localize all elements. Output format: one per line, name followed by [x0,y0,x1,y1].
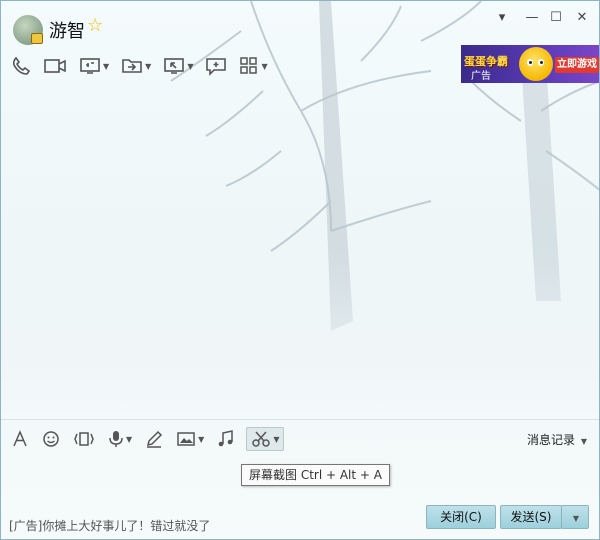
divider [1,419,599,420]
close-window-button[interactable]: ✕ [573,9,591,27]
pencil-icon [147,430,163,448]
phone-icon [12,56,31,75]
vip-star-icon[interactable]: ☆ [87,15,103,36]
chevron-down-icon: ▼ [261,61,268,71]
send-options-button[interactable]: ▼ [561,505,589,529]
maximize-button[interactable]: ☐ [547,9,565,27]
message-history-button[interactable]: 消息记录 ▼ [527,431,587,448]
chevron-down-icon: ▼ [145,61,152,71]
chat-toolbar: ▼ ▼ ▼ ▼ [9,53,278,79]
chevron-down-icon: ▼ [273,434,280,444]
footer-ad-link[interactable]: [广告]你摊上大好事儿了！错过就没了 [9,517,210,534]
image-icon [177,432,195,446]
chevron-down-icon: ▼ [126,434,133,444]
voice-message-button[interactable]: ▼ [106,427,134,451]
window-shake-button[interactable] [71,427,97,451]
smiley-icon [43,431,59,447]
pin-icon[interactable]: ▾ [493,9,511,27]
voice-call-button[interactable] [9,54,33,78]
emoji-button[interactable] [40,427,62,451]
group-chat-button[interactable] [203,54,229,78]
add-message-icon [206,58,227,76]
chevron-down-icon: ▼ [103,61,110,71]
microphone-icon [109,431,123,447]
music-button[interactable] [215,427,237,451]
chevron-down-icon: ▼ [580,437,587,446]
message-history-label: 消息记录 [527,433,576,447]
ad-play-button[interactable]: 立即游戏 [555,57,599,73]
chat-header: 游智 ☆ ▾ — ☐ ✕ ▼ ▼ ▼ ▼ 蛋蛋争霸 广告 立即游戏 [1,1,599,87]
send-image-button[interactable]: ▼ [174,427,206,451]
contact-name[interactable]: 游智 [49,17,85,43]
remote-desktop-icon [164,58,185,74]
remote-assist-button[interactable]: ▼ [161,54,195,78]
video-call-button[interactable] [41,54,69,78]
screenshot-tooltip: 屏幕截图 Ctrl + Alt + A [241,464,390,486]
send-file-button[interactable]: ▼ [119,54,153,78]
folder-arrow-icon [122,59,142,73]
ad-mascot-icon [519,47,553,81]
chevron-down-icon: ▼ [187,61,194,71]
send-button[interactable]: 发送(S) [500,505,562,529]
input-toolbar: ▼ ▼ ▼ [9,427,293,451]
chat-window: 游智 ☆ ▾ — ☐ ✕ ▼ ▼ ▼ ▼ 蛋蛋争霸 广告 立即游戏 ▼ ▼ ▼ … [0,0,600,540]
doodle-button[interactable] [143,427,165,451]
chevron-down-icon: ▼ [198,434,205,444]
ad-banner[interactable]: 蛋蛋争霸 广告 立即游戏 [461,45,599,83]
ad-tag: 广告 [471,71,491,82]
device-badge-icon [31,33,43,44]
video-camera-icon [44,59,66,73]
shake-icon [74,432,94,446]
screen-share-button[interactable]: ▼ [77,54,111,78]
minimize-button[interactable]: — [523,9,541,27]
font-icon [13,430,27,447]
scissors-icon [252,431,271,447]
screenshot-button[interactable]: ▼ [246,427,285,451]
grid-apps-icon [240,57,258,74]
message-history-area[interactable] [1,87,599,419]
apps-button[interactable]: ▼ [237,54,269,78]
screen-share-icon [80,58,100,74]
chevron-down-icon: ▼ [572,514,580,523]
close-button[interactable]: 关闭(C) [426,505,496,529]
font-button[interactable] [9,427,31,451]
music-note-icon [219,430,234,447]
